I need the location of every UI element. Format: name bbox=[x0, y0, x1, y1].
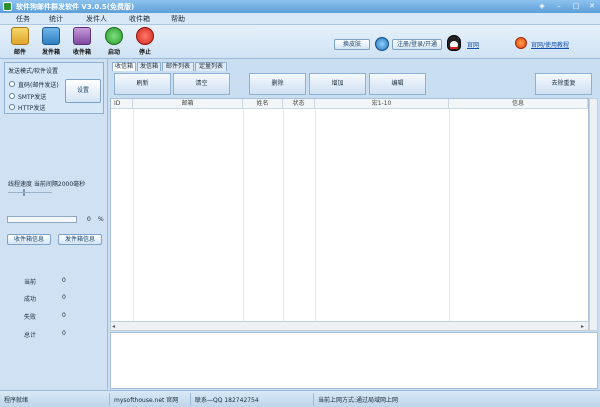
stop-button[interactable]: 停止 bbox=[132, 27, 158, 57]
scroll-left-icon[interactable]: ◂ bbox=[112, 323, 115, 330]
col-id[interactable]: ID bbox=[111, 99, 133, 109]
clear-button[interactable]: 清空 bbox=[173, 73, 230, 95]
start-button[interactable]: 启动 bbox=[101, 27, 127, 57]
col-divider bbox=[315, 109, 316, 322]
dedupe-button[interactable]: 去除重复 bbox=[535, 73, 592, 95]
radio-direct-label: 直码(邮件发送) bbox=[18, 82, 59, 89]
register-login-button[interactable]: 注册/登录/开通 bbox=[392, 39, 442, 50]
app-icon bbox=[3, 2, 12, 11]
inbox-info-button[interactable]: 收件箱信息 bbox=[7, 234, 51, 245]
window-title: 软件狗邮件群发软件 V3.0.5(免费版) bbox=[16, 3, 135, 11]
col-info[interactable]: 信息 bbox=[449, 99, 588, 109]
speed-slider-track[interactable] bbox=[8, 192, 52, 193]
stat-success-label: 成功 bbox=[24, 296, 37, 303]
title-bar: 软件狗邮件群发软件 V3.0.5(免费版) ◈ – □ ✕ bbox=[0, 0, 600, 13]
col-divider bbox=[243, 109, 244, 322]
progress-bar bbox=[7, 216, 77, 223]
status-ready: 程序就绪 bbox=[4, 397, 29, 404]
qq-link[interactable]: 官网 bbox=[467, 40, 479, 49]
menu-inbox[interactable]: 收件箱 bbox=[129, 14, 150, 24]
stat-failed-label: 失败 bbox=[24, 314, 37, 321]
col-name[interactable]: 姓名 bbox=[243, 99, 283, 109]
log-pane[interactable] bbox=[110, 332, 598, 389]
mail-button[interactable]: 邮件 bbox=[7, 27, 33, 57]
status-divider bbox=[313, 393, 314, 406]
radio-direct[interactable] bbox=[9, 81, 15, 87]
radio-smtp-label: SMTP发送 bbox=[18, 94, 47, 101]
vertical-scrollbar[interactable] bbox=[589, 98, 598, 331]
close-icon[interactable]: ✕ bbox=[585, 1, 599, 12]
progress-value: 0 bbox=[87, 216, 91, 223]
col-divider bbox=[133, 109, 134, 322]
inbox-button[interactable]: 收件箱 bbox=[69, 27, 95, 57]
radio-http-label: HTTP发送 bbox=[18, 105, 46, 112]
envelope-icon bbox=[11, 27, 29, 45]
qq-penguin-icon bbox=[447, 35, 461, 51]
change-skin-button[interactable]: 换皮肤 bbox=[334, 39, 370, 50]
radio-smtp[interactable] bbox=[9, 93, 15, 99]
send-mode-group: 发送模式/软件设置 直码(邮件发送) SMTP发送 HTTP发送 设置 bbox=[4, 62, 104, 114]
maximize-icon[interactable]: □ bbox=[569, 1, 583, 12]
add-button[interactable]: 增加 bbox=[309, 73, 366, 95]
status-divider bbox=[190, 393, 191, 406]
edit-button[interactable]: 编辑 bbox=[369, 73, 426, 95]
menu-task[interactable]: 任务 bbox=[16, 14, 30, 24]
col-status[interactable]: 状态 bbox=[283, 99, 315, 109]
menu-help[interactable]: 帮助 bbox=[171, 14, 185, 24]
inbox-button-label: 收件箱 bbox=[72, 49, 91, 56]
help-play-icon bbox=[515, 37, 527, 49]
status-connection: 当前上网方式:通过局域网上网 bbox=[318, 397, 399, 404]
stat-total-label: 总计 bbox=[24, 332, 37, 339]
status-site: mysofthouse.net 官网 bbox=[114, 397, 179, 404]
menu-sender[interactable]: 发件人 bbox=[86, 14, 107, 24]
thread-speed-label: 线程速度 当前间隔2000毫秒 bbox=[8, 181, 86, 188]
settings-button[interactable]: 设置 bbox=[65, 79, 101, 103]
play-icon bbox=[105, 27, 123, 45]
help-tutorial-link[interactable]: 官网/使用教程 bbox=[531, 40, 569, 49]
stat-current-value: 0 bbox=[62, 277, 66, 284]
outbox-icon bbox=[42, 27, 60, 45]
start-button-label: 启动 bbox=[107, 49, 120, 56]
tab-quota-list[interactable]: 定量列表 bbox=[195, 62, 227, 71]
stat-failed-value: 0 bbox=[62, 312, 66, 319]
col-divider bbox=[449, 109, 450, 322]
left-panel: 发送模式/软件设置 直码(邮件发送) SMTP发送 HTTP发送 设置 线程速度… bbox=[0, 59, 108, 389]
toolbar: 邮件 发件箱 收件箱 启动 停止 换皮肤 注册/登录/开通 官网 官网/使用教程 bbox=[0, 25, 600, 59]
stop-icon bbox=[136, 27, 154, 45]
tab-outbox[interactable]: 发信箱 bbox=[137, 62, 161, 71]
status-divider bbox=[109, 393, 110, 406]
menu-bar: 任务 统计 发件人 收件箱 帮助 bbox=[0, 13, 600, 25]
stop-button-label: 停止 bbox=[138, 49, 151, 56]
radio-http[interactable] bbox=[9, 104, 15, 110]
stat-success-value: 0 bbox=[62, 294, 66, 301]
outbox-info-button[interactable]: 发件箱信息 bbox=[58, 234, 102, 245]
menu-stats[interactable]: 统计 bbox=[49, 14, 63, 24]
globe-icon bbox=[375, 37, 389, 51]
tab-mail-list[interactable]: 邮件列表 bbox=[162, 62, 194, 71]
stat-total-value: 0 bbox=[62, 330, 66, 337]
status-contact: 联系—QQ 182742754 bbox=[195, 397, 259, 404]
refresh-button[interactable]: 刷新 bbox=[114, 73, 171, 95]
col-email[interactable]: 邮箱 bbox=[133, 99, 243, 109]
send-mode-title: 发送模式/软件设置 bbox=[8, 68, 59, 75]
outbox-button-label: 发件箱 bbox=[41, 49, 60, 56]
col-macro[interactable]: 宏1-10 bbox=[315, 99, 449, 109]
status-bar: 程序就绪 mysofthouse.net 官网 联系—QQ 182742754 … bbox=[0, 390, 600, 407]
mail-button-label: 邮件 bbox=[13, 49, 26, 56]
outbox-button[interactable]: 发件箱 bbox=[38, 27, 64, 57]
tab-inbox[interactable]: 收信箱 bbox=[112, 62, 136, 71]
stat-current-label: 当前 bbox=[24, 279, 37, 286]
restore-icon[interactable]: ◈ bbox=[535, 1, 549, 12]
col-divider bbox=[283, 109, 284, 322]
scroll-right-icon[interactable]: ▸ bbox=[581, 323, 584, 330]
email-table[interactable]: ID 邮箱 姓名 状态 宏1-10 信息 bbox=[110, 98, 589, 331]
horizontal-scrollbar[interactable]: ◂ ▸ bbox=[110, 321, 589, 331]
delete-button[interactable]: 删除 bbox=[249, 73, 306, 95]
minimize-icon[interactable]: – bbox=[552, 1, 566, 12]
inbox-icon bbox=[73, 27, 91, 45]
progress-unit: % bbox=[98, 216, 104, 223]
